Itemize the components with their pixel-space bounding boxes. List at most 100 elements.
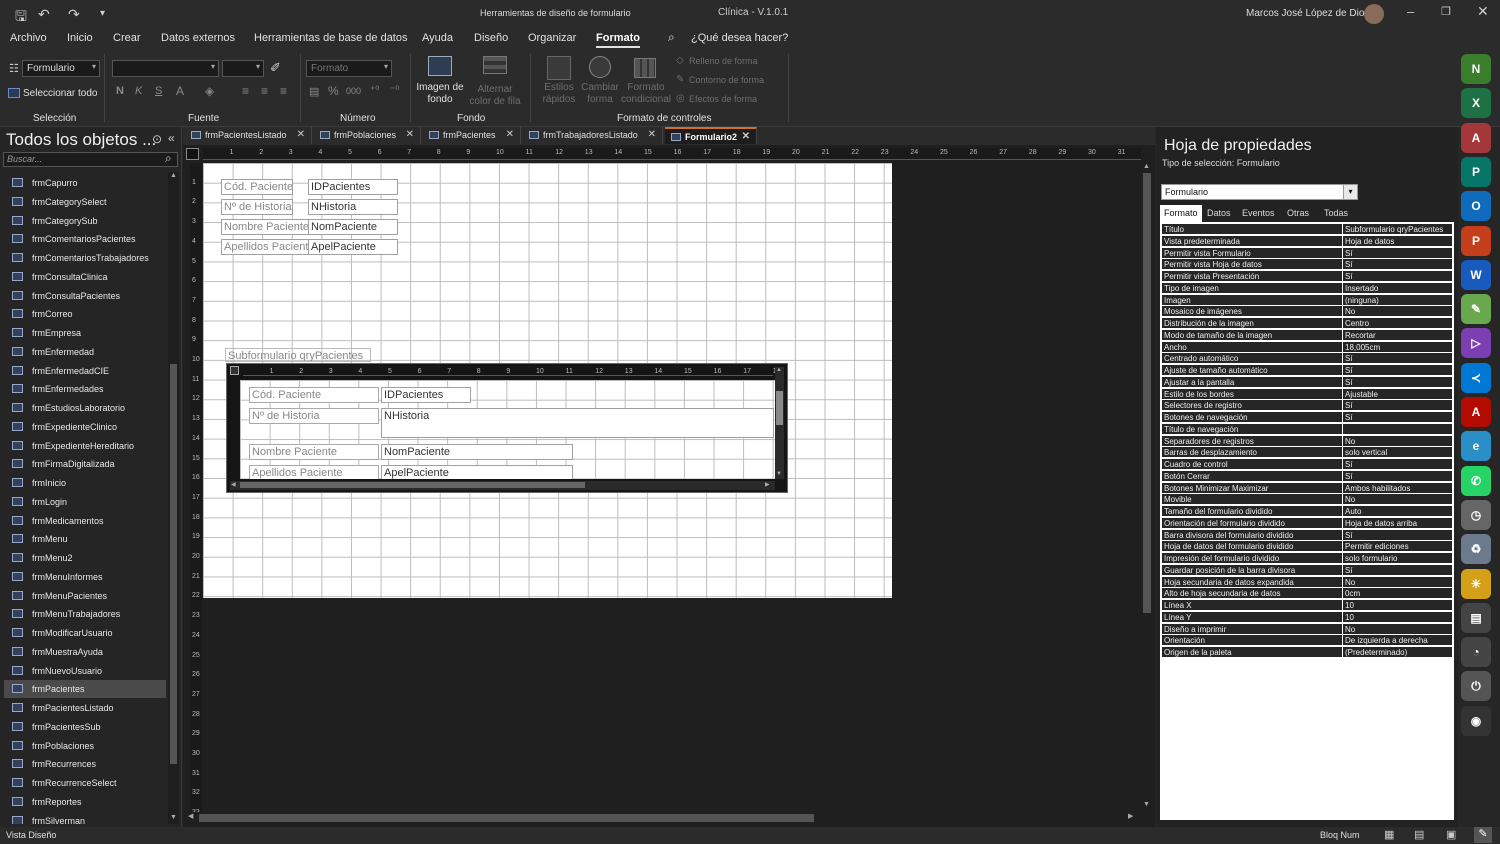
outlook-icon[interactable]: O <box>1461 191 1491 222</box>
prop-tab-datos[interactable]: Datos <box>1203 205 1235 222</box>
nav-item-frmmenupacientes[interactable]: frmMenuPacientes <box>4 587 166 605</box>
subform-hscroll[interactable]: ◀ ▶ <box>230 481 775 490</box>
sub-textbox-idpacientes[interactable]: IDPacientes <box>381 387 471 403</box>
weather-icon[interactable]: ☀ <box>1461 568 1491 599</box>
property-value[interactable]: Hoja de datos <box>1343 235 1452 247</box>
property-value[interactable]: Auto <box>1343 506 1452 517</box>
nav-item-frmexpedientehereditario[interactable]: frmExpedienteHereditario <box>4 437 166 455</box>
property-row[interactable]: Guardar posición de la barra divisora Sí <box>1162 564 1452 576</box>
nav-scrollbar[interactable]: ▲ ▼ <box>168 172 179 824</box>
redo-icon[interactable]: ↷ <box>68 6 80 23</box>
nav-item-frmconsultapacientes[interactable]: frmConsultaPacientes <box>4 287 166 305</box>
scroll-up-icon[interactable]: ▲ <box>776 367 782 373</box>
nav-item-frmpacientessub[interactable]: frmPacientesSub <box>4 718 166 736</box>
nav-item-frmmenutrabajadores[interactable]: frmMenuTrabajadores <box>4 605 166 623</box>
nav-item-frmpacientes[interactable]: frmPacientes <box>4 680 166 699</box>
property-value[interactable]: Sí <box>1343 259 1452 271</box>
nav-item-frmenfermedadcie[interactable]: frmEnfermedadCIE <box>4 362 166 380</box>
subform-control[interactable]: 123456789101112131415161718 Cód. Pacient… <box>226 363 788 493</box>
access-icon[interactable]: A <box>1461 122 1491 153</box>
property-row[interactable]: Permitir vista Hoja de datos Sí <box>1162 259 1452 271</box>
property-row[interactable]: Orientación del formulario dividido Hoja … <box>1162 517 1452 529</box>
prop-tab-eventos[interactable]: Eventos <box>1238 205 1279 222</box>
font-color-icon[interactable]: A <box>176 84 184 98</box>
property-object-combo[interactable]: Formulario ▾ <box>1161 184 1358 200</box>
horizontal-ruler[interactable]: 1 2 3 4 5 6 7 8 9 10 11 12 13 14 15 16 17 18 19 20 21 22 23 24 2… <box>203 148 1141 160</box>
nav-search-input[interactable]: Buscar... <box>3 152 178 167</box>
property-value[interactable]: Sí <box>1343 353 1452 365</box>
nav-item-frmmenu[interactable]: frmMenu <box>4 530 166 548</box>
thousands-icon[interactable]: 000 <box>346 86 361 96</box>
property-value[interactable]: Sí <box>1343 529 1452 541</box>
design-hscroll[interactable]: ◀ ▶ <box>183 812 1141 824</box>
close-tab-icon[interactable]: ✕ <box>506 129 514 140</box>
property-value[interactable] <box>1343 423 1452 435</box>
scroll-thumb[interactable] <box>1143 173 1151 613</box>
visual-studio-icon[interactable]: ▷ <box>1461 328 1491 359</box>
property-row[interactable]: Ajuste de tamaño automático Sí <box>1162 365 1452 376</box>
property-row[interactable]: Tamaño del formulario dividido Auto <box>1162 506 1452 517</box>
property-row[interactable]: Vista predeterminada Hoja de datos <box>1162 235 1452 247</box>
textbox-idpacientes[interactable]: IDPacientes <box>308 179 398 195</box>
close-tab-icon[interactable]: ✕ <box>406 129 414 140</box>
property-row[interactable]: Movible No <box>1162 494 1452 506</box>
prop-tab-otras[interactable]: Otras <box>1283 205 1313 222</box>
background-image-button[interactable]: Imagen de fondo <box>414 82 466 106</box>
property-value[interactable]: solo formulario <box>1343 553 1452 564</box>
property-value[interactable]: No <box>1343 576 1452 588</box>
property-row[interactable]: Ancho 18,005cm <box>1162 341 1452 353</box>
property-row[interactable]: Línea Y 10 <box>1162 611 1452 623</box>
property-value[interactable]: Ajustable <box>1343 388 1452 400</box>
percent-icon[interactable]: % <box>328 84 339 98</box>
label-n-historia[interactable]: Nº de Historia <box>221 199 293 215</box>
recycle-bin-icon[interactable]: ♻ <box>1461 534 1491 565</box>
nav-item-frmestudioslaboratorio[interactable]: frmEstudiosLaboratorio <box>4 399 166 417</box>
nav-item-frmconsultaclinica[interactable]: frmConsultaClinica <box>4 268 166 286</box>
nav-item-frmfirmadigitalizada[interactable]: frmFirmaDigitalizada <box>4 455 166 473</box>
doc-tab-frmpacientes[interactable]: frmPacientes ✕ <box>423 127 521 144</box>
nav-item-frmcapurro[interactable]: frmCapurro <box>4 174 166 192</box>
tab-ayuda[interactable]: Ayuda <box>422 32 453 44</box>
tab-diseno[interactable]: Diseño <box>474 32 508 44</box>
subform-canvas[interactable]: Cód. Paciente IDPacientes Nº de Historia… <box>240 380 775 479</box>
excel-icon[interactable]: X <box>1461 88 1491 119</box>
undo-icon[interactable]: ↶ <box>38 6 50 23</box>
property-row[interactable]: Línea X 10 <box>1162 600 1452 611</box>
nexus-icon[interactable]: N <box>1461 54 1491 84</box>
label-nombre-paciente[interactable]: Nombre Paciente <box>221 219 309 235</box>
chevron-down-icon[interactable]: ▾ <box>1343 185 1357 199</box>
property-value[interactable]: Sí <box>1343 412 1452 423</box>
nav-item-frmenfermedades[interactable]: frmEnfermedades <box>4 380 166 398</box>
clock-icon[interactable]: ◷ <box>1461 499 1491 530</box>
increase-decimals-icon[interactable]: ⁺⁰ <box>370 85 379 96</box>
property-row[interactable]: Selectores de registro Sí <box>1162 400 1452 412</box>
label-apellidos-paciente[interactable]: Apellidos Paciente <box>221 239 309 255</box>
property-row[interactable]: Permitir vista Presentación Sí <box>1162 271 1452 282</box>
scroll-left-icon[interactable]: ◀ <box>188 812 193 820</box>
property-row[interactable]: Diseño a imprimir No <box>1162 623 1452 635</box>
property-row[interactable]: Barras de desplazamiento solo vertical <box>1162 447 1452 459</box>
camera-icon[interactable]: ◉ <box>1461 705 1491 736</box>
nav-item-frmexpedienteclinico[interactable]: frmExpedienteClinico <box>4 418 166 436</box>
customize-qat-icon[interactable]: ▾ <box>100 8 105 19</box>
nav-item-frmmodificarusuario[interactable]: frmModificarUsuario <box>4 624 166 642</box>
powerpoint-icon[interactable]: P <box>1461 225 1491 256</box>
nav-item-frmmuestraayuda[interactable]: frmMuestraAyuda <box>4 643 166 661</box>
property-row[interactable]: Orientación De izquierda a derecha <box>1162 635 1452 647</box>
shape-fill-button[interactable]: Relleno de forma <box>689 56 758 66</box>
nav-item-frminicio[interactable]: frmInicio <box>4 474 166 492</box>
shape-outline-button[interactable]: Contorno de forma <box>689 75 764 85</box>
collapse-pane-icon[interactable]: « <box>168 131 175 145</box>
nav-item-frmrecurrenceselect[interactable]: frmRecurrenceSelect <box>4 774 166 792</box>
decrease-decimals-icon[interactable]: ⁻⁰ <box>390 85 399 96</box>
doc-tab-formulario2[interactable]: Formulario2 ✕ <box>665 127 757 144</box>
tab-datos-externos[interactable]: Datos externos <box>161 32 235 44</box>
tab-organizar[interactable]: Organizar <box>528 32 576 44</box>
property-value[interactable]: No <box>1343 494 1452 506</box>
currency-icon[interactable]: ▤ <box>309 85 319 98</box>
property-row[interactable]: Botón Cerrar Sí <box>1162 470 1452 482</box>
property-value[interactable]: De izquierda a derecha <box>1343 635 1452 647</box>
property-value[interactable]: Sí <box>1343 459 1452 470</box>
nav-menu-icon[interactable]: ⊙ <box>152 132 162 146</box>
sub-textbox-nompaciente[interactable]: NomPaciente <box>381 444 573 460</box>
